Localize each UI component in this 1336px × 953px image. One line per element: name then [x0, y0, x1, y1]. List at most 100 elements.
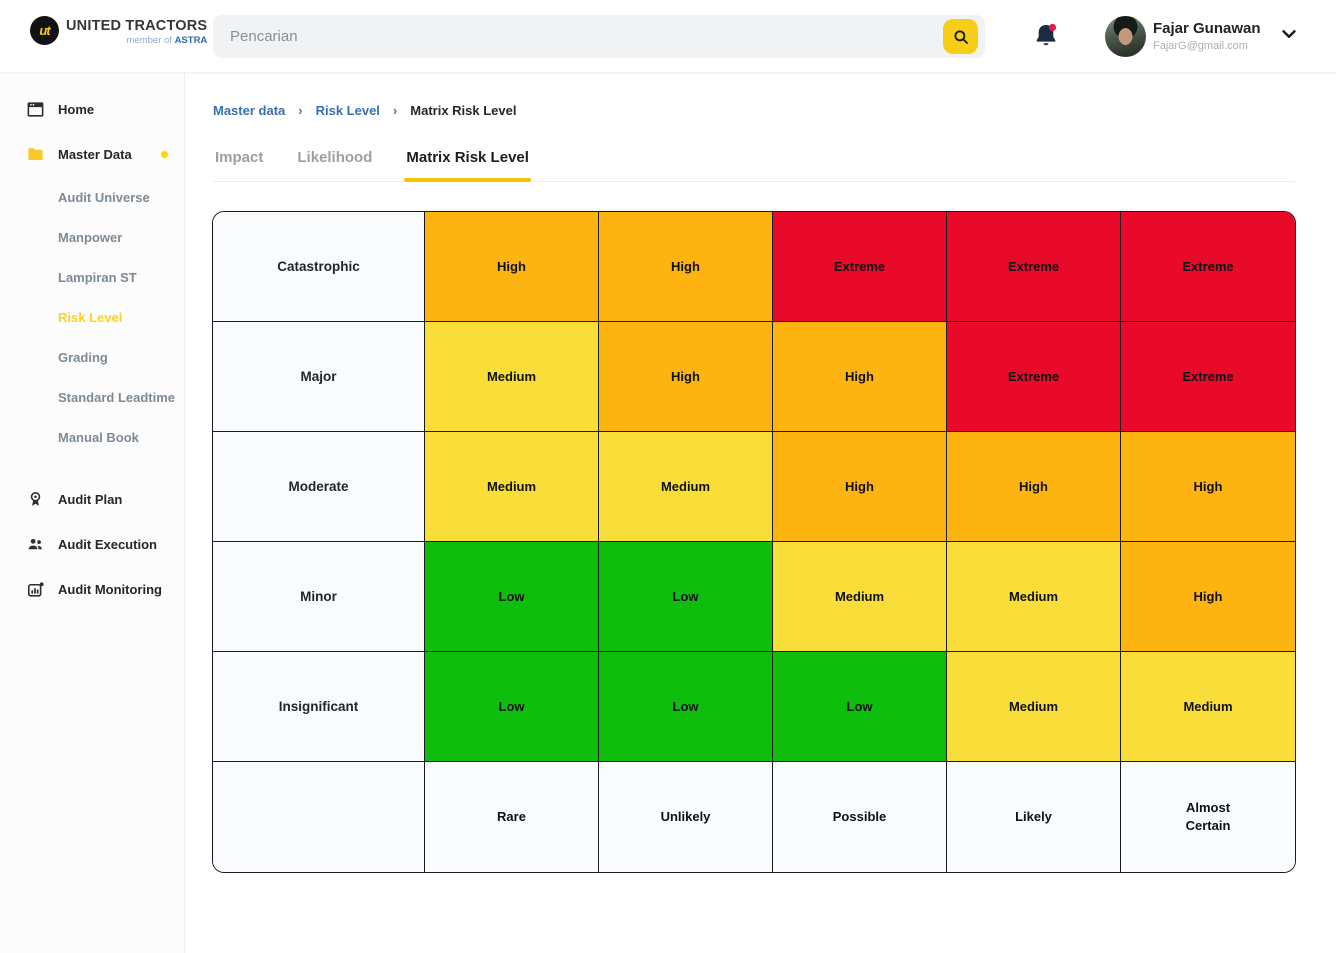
search-button[interactable]: [943, 19, 978, 54]
risk-cell-low: Low: [425, 652, 599, 762]
impact-label-major: Major: [213, 322, 425, 432]
risk-cell-high: High: [599, 322, 773, 432]
sidebar-item-manpower[interactable]: Manpower: [0, 217, 184, 257]
sidebar-spacer: [0, 457, 184, 477]
tab-bar: Impact Likelihood Matrix Risk Level: [213, 143, 1295, 182]
risk-cell-high: High: [1121, 542, 1295, 652]
sidebar-item-manual-book[interactable]: Manual Book: [0, 417, 184, 457]
astra-brand: ASTRA: [175, 35, 208, 46]
breadcrumb-master-data[interactable]: Master data: [213, 103, 285, 118]
likelihood-label-rare: Rare: [425, 762, 599, 872]
user-email: FajarG@gmail.com: [1153, 40, 1261, 52]
risk-cell-low: Low: [599, 652, 773, 762]
sidebar-item-label: Audit Plan: [58, 492, 122, 507]
likelihood-label-possible: Possible: [773, 762, 947, 872]
notification-bell[interactable]: [1032, 21, 1060, 51]
sidebar-item-standard-leadtime[interactable]: Standard Leadtime: [0, 377, 184, 417]
sidebar-item-label: Audit Universe: [58, 190, 150, 205]
risk-matrix: CatastrophicHighHighExtremeExtremeExtrem…: [212, 211, 1296, 873]
risk-cell-medium: Medium: [947, 542, 1121, 652]
breadcrumb-separator-icon: ›: [393, 103, 397, 118]
risk-cell-medium: Medium: [773, 542, 947, 652]
user-meta: Fajar Gunawan FajarG@gmail.com: [1153, 20, 1261, 52]
impact-label-insignificant: Insignificant: [213, 652, 425, 762]
impact-label-minor: Minor: [213, 542, 425, 652]
search-input[interactable]: [213, 15, 985, 58]
risk-cell-high: High: [425, 212, 599, 322]
impact-label-moderate: Moderate: [213, 432, 425, 542]
risk-cell-low: Low: [425, 542, 599, 652]
brand-logo: ut UNITED TRACTORS member of ASTRA: [30, 16, 207, 46]
sidebar-item-label: Standard Leadtime: [58, 390, 175, 405]
risk-cell-high: High: [773, 322, 947, 432]
breadcrumb: Master data › Risk Level › Matrix Risk L…: [213, 103, 516, 118]
united-tractors-logo-icon: ut: [30, 16, 59, 45]
search-icon: [952, 28, 970, 46]
sidebar-item-home[interactable]: Home: [0, 87, 184, 132]
risk-cell-medium: Medium: [599, 432, 773, 542]
tab-impact[interactable]: Impact: [213, 143, 265, 181]
likelihood-label-unlikely: Unlikely: [599, 762, 773, 872]
risk-cell-low: Low: [599, 542, 773, 652]
chevron-down-icon[interactable]: [1278, 23, 1300, 45]
sidebar-item-label: Manual Book: [58, 430, 139, 445]
bar-chart-icon: [26, 580, 58, 599]
notification-dot: [161, 151, 168, 158]
risk-cell-extreme: Extreme: [773, 212, 947, 322]
sidebar-item-lampiran-st[interactable]: Lampiran ST: [0, 257, 184, 297]
user-name: Fajar Gunawan: [1153, 20, 1261, 37]
matrix-corner-cell: [213, 762, 425, 872]
sidebar-item-audit-monitoring[interactable]: Audit Monitoring: [0, 567, 184, 612]
folder-icon: [26, 145, 58, 164]
risk-cell-high: High: [947, 432, 1121, 542]
risk-cell-extreme: Extreme: [947, 322, 1121, 432]
sidebar-item-label: Audit Monitoring: [58, 582, 162, 597]
sidebar-item-label: Home: [58, 102, 94, 117]
medal-icon: [26, 490, 58, 509]
search-bar: [213, 15, 985, 58]
sidebar-item-grading[interactable]: Grading: [0, 337, 184, 377]
brand-name: UNITED TRACTORS: [66, 18, 207, 34]
likelihood-label-likely: Likely: [947, 762, 1121, 872]
sidebar-item-risk-level[interactable]: Risk Level: [0, 297, 184, 337]
window-icon: [26, 100, 58, 119]
sidebar-item-audit-plan[interactable]: Audit Plan: [0, 477, 184, 522]
risk-cell-medium: Medium: [425, 432, 599, 542]
avatar[interactable]: [1105, 16, 1146, 57]
risk-cell-extreme: Extreme: [1121, 212, 1295, 322]
member-of-text: member of: [127, 35, 172, 46]
sidebar-item-label: Lampiran ST: [58, 270, 137, 285]
risk-cell-medium: Medium: [425, 322, 599, 432]
sidebar-item-master-data[interactable]: Master Data: [0, 132, 184, 177]
risk-cell-high: High: [599, 212, 773, 322]
breadcrumb-current: Matrix Risk Level: [410, 103, 516, 118]
risk-cell-extreme: Extreme: [1121, 322, 1295, 432]
impact-label-catastrophic: Catastrophic: [213, 212, 425, 322]
risk-cell-high: High: [773, 432, 947, 542]
bell-icon: [1032, 21, 1060, 51]
sidebar-item-label: Audit Execution: [58, 537, 157, 552]
sidebar-item-audit-execution[interactable]: Audit Execution: [0, 522, 184, 567]
sidebar-item-label: Risk Level: [58, 310, 122, 325]
risk-cell-medium: Medium: [947, 652, 1121, 762]
risk-cell-extreme: Extreme: [947, 212, 1121, 322]
breadcrumb-separator-icon: ›: [298, 103, 302, 118]
notification-dot: [1049, 24, 1056, 31]
people-icon: [26, 535, 58, 554]
risk-cell-low: Low: [773, 652, 947, 762]
member-of-astra: member of ASTRA: [66, 35, 207, 46]
breadcrumb-risk-level[interactable]: Risk Level: [316, 103, 380, 118]
sidebar-item-label: Grading: [58, 350, 108, 365]
sidebar: Home Master Data Audit Universe Manpower…: [0, 73, 185, 953]
likelihood-label-almost-certain: Almost Certain: [1121, 762, 1295, 872]
tab-likelihood[interactable]: Likelihood: [295, 143, 374, 181]
sidebar-item-audit-universe[interactable]: Audit Universe: [0, 177, 184, 217]
top-bar: ut UNITED TRACTORS member of ASTRA: [0, 0, 1336, 73]
risk-cell-high: High: [1121, 432, 1295, 542]
sidebar-item-label: Master Data: [58, 147, 132, 162]
sidebar-item-label: Manpower: [58, 230, 122, 245]
brand-text: UNITED TRACTORS member of ASTRA: [66, 16, 207, 46]
tab-matrix-risk-level[interactable]: Matrix Risk Level: [404, 143, 531, 181]
risk-cell-medium: Medium: [1121, 652, 1295, 762]
main-content: Master data › Risk Level › Matrix Risk L…: [185, 73, 1336, 953]
